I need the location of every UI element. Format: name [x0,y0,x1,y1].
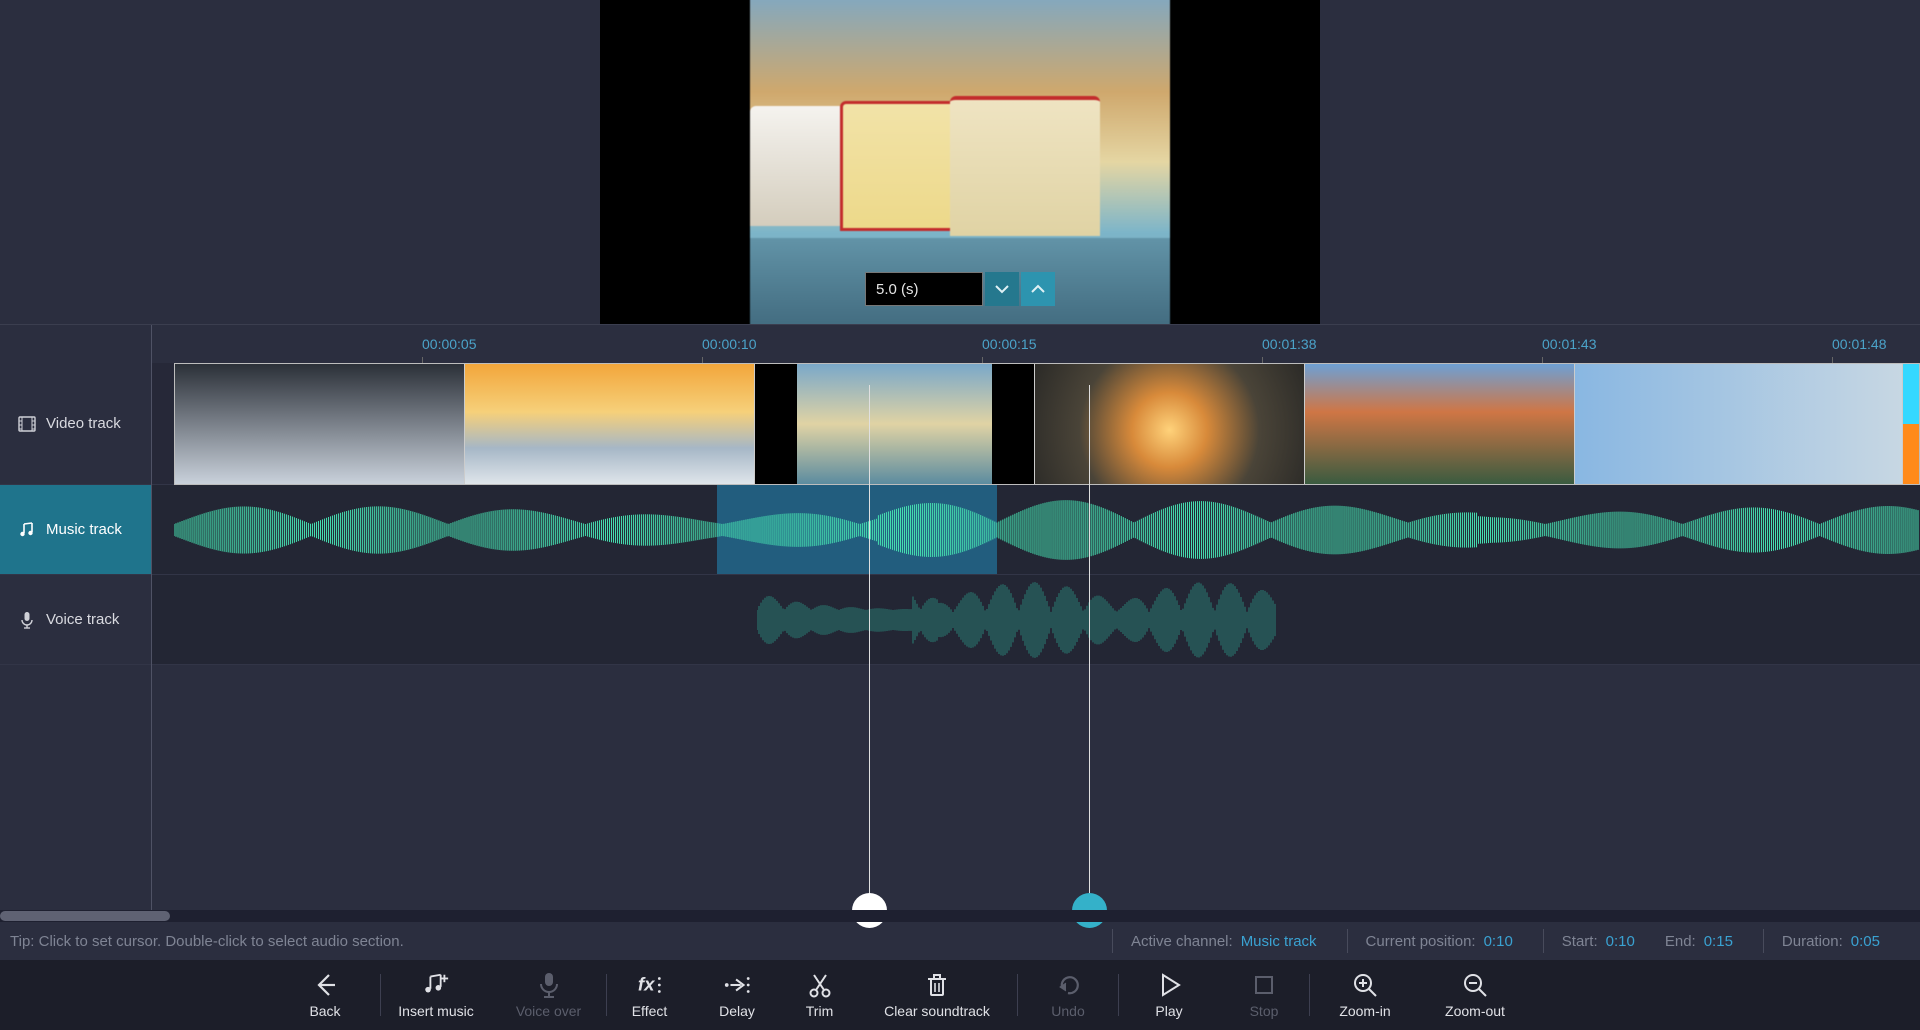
end-label: End: [1665,933,1696,950]
video-thumbnail[interactable] [1903,364,1919,484]
music-track-header[interactable]: Music track [0,485,151,575]
music-lane[interactable] [152,485,1920,575]
music-track-label: Music track [46,521,122,538]
voice-waveform [757,581,1277,659]
video-thumbnail[interactable] [465,364,755,484]
active-channel-value: Music track [1241,933,1317,950]
insert-music-button[interactable]: Insert music [381,960,491,1030]
ruler-tick: 00:00:15 [982,325,1037,363]
microphone-icon [535,971,563,999]
zoom-in-button[interactable]: Zoom-in [1310,960,1420,1030]
voice-over-button: Voice over [491,960,606,1030]
duration-increase-button[interactable] [1021,272,1055,306]
ruler-tick: 00:00:05 [422,325,477,363]
duration-control [865,272,1055,306]
scrollbar-thumb[interactable] [0,911,170,921]
back-button[interactable]: Back [270,960,380,1030]
clear-soundtrack-button[interactable]: Clear soundtrack [857,960,1017,1030]
track-lanes[interactable] [152,363,1920,910]
ruler-tick: 00:00:10 [702,325,757,363]
delay-icon [723,971,751,999]
duration-input[interactable] [865,272,983,306]
duration-value: 0:05 [1851,933,1880,950]
voice-track-label: Voice track [46,611,119,628]
zoom-in-icon [1351,971,1379,999]
duration-decrease-button[interactable] [985,272,1019,306]
ruler-tick: 00:01:43 [1542,325,1597,363]
music-waveform [174,500,1920,560]
fx-icon: fx [636,971,664,999]
scissors-icon [806,971,834,999]
stop-icon [1250,971,1278,999]
duration-label: Duration: [1782,933,1843,950]
microphone-icon [18,611,36,629]
delay-button[interactable]: Delay [692,960,782,1030]
preview-panel [0,0,1920,324]
video-track-header[interactable]: Video track [0,363,151,485]
zoom-out-button[interactable]: Zoom-out [1420,960,1530,1030]
trash-icon [923,971,951,999]
play-icon [1155,971,1183,999]
effect-button[interactable]: fx Effect [607,960,692,1030]
status-tip: Tip: Click to set cursor. Double-click t… [10,933,404,950]
video-lane[interactable] [152,363,1920,485]
bottom-toolbar: Back Insert music Voice over fx Effect [0,960,1920,1030]
current-position-label: Current position: [1366,933,1476,950]
ruler-tick: 00:01:48 [1832,325,1887,363]
video-track-label: Video track [46,415,121,432]
video-thumbnail[interactable] [755,364,1035,484]
status-bar: Tip: Click to set cursor. Double-click t… [0,922,1920,960]
video-thumbnail[interactable] [1035,364,1305,484]
video-thumbnail[interactable] [1575,364,1903,484]
stop-button: Stop [1219,960,1309,1030]
music-note-icon [18,521,36,539]
end-value: 0:15 [1704,933,1733,950]
current-position-value: 0:10 [1484,933,1513,950]
timeline-scrollbar[interactable] [0,910,1920,922]
preview-video-area [600,0,1320,324]
undo-icon [1054,971,1082,999]
trim-button[interactable]: Trim [782,960,857,1030]
ruler-tick: 00:01:38 [1262,325,1317,363]
start-value: 0:10 [1606,933,1635,950]
start-label: Start: [1562,933,1598,950]
time-ruler[interactable]: 00:00:05 00:00:10 00:00:15 00:01:38 00:0… [0,325,1920,363]
arrow-left-icon [311,971,339,999]
video-thumbnail[interactable] [175,364,465,484]
undo-button: Undo [1018,960,1118,1030]
active-channel-label: Active channel: [1131,933,1233,950]
chevron-up-icon [1030,281,1046,297]
timeline: 00:00:05 00:00:10 00:00:15 00:01:38 00:0… [0,324,1920,960]
chevron-down-icon [994,281,1010,297]
music-plus-icon [422,971,450,999]
play-button[interactable]: Play [1119,960,1219,1030]
svg-text:fx: fx [637,974,654,995]
video-clip-strip[interactable] [174,363,1920,485]
film-icon [18,415,36,433]
voice-track-header[interactable]: Voice track [0,575,151,665]
video-thumbnail[interactable] [1305,364,1575,484]
voice-lane[interactable] [152,575,1920,665]
zoom-out-icon [1461,971,1489,999]
